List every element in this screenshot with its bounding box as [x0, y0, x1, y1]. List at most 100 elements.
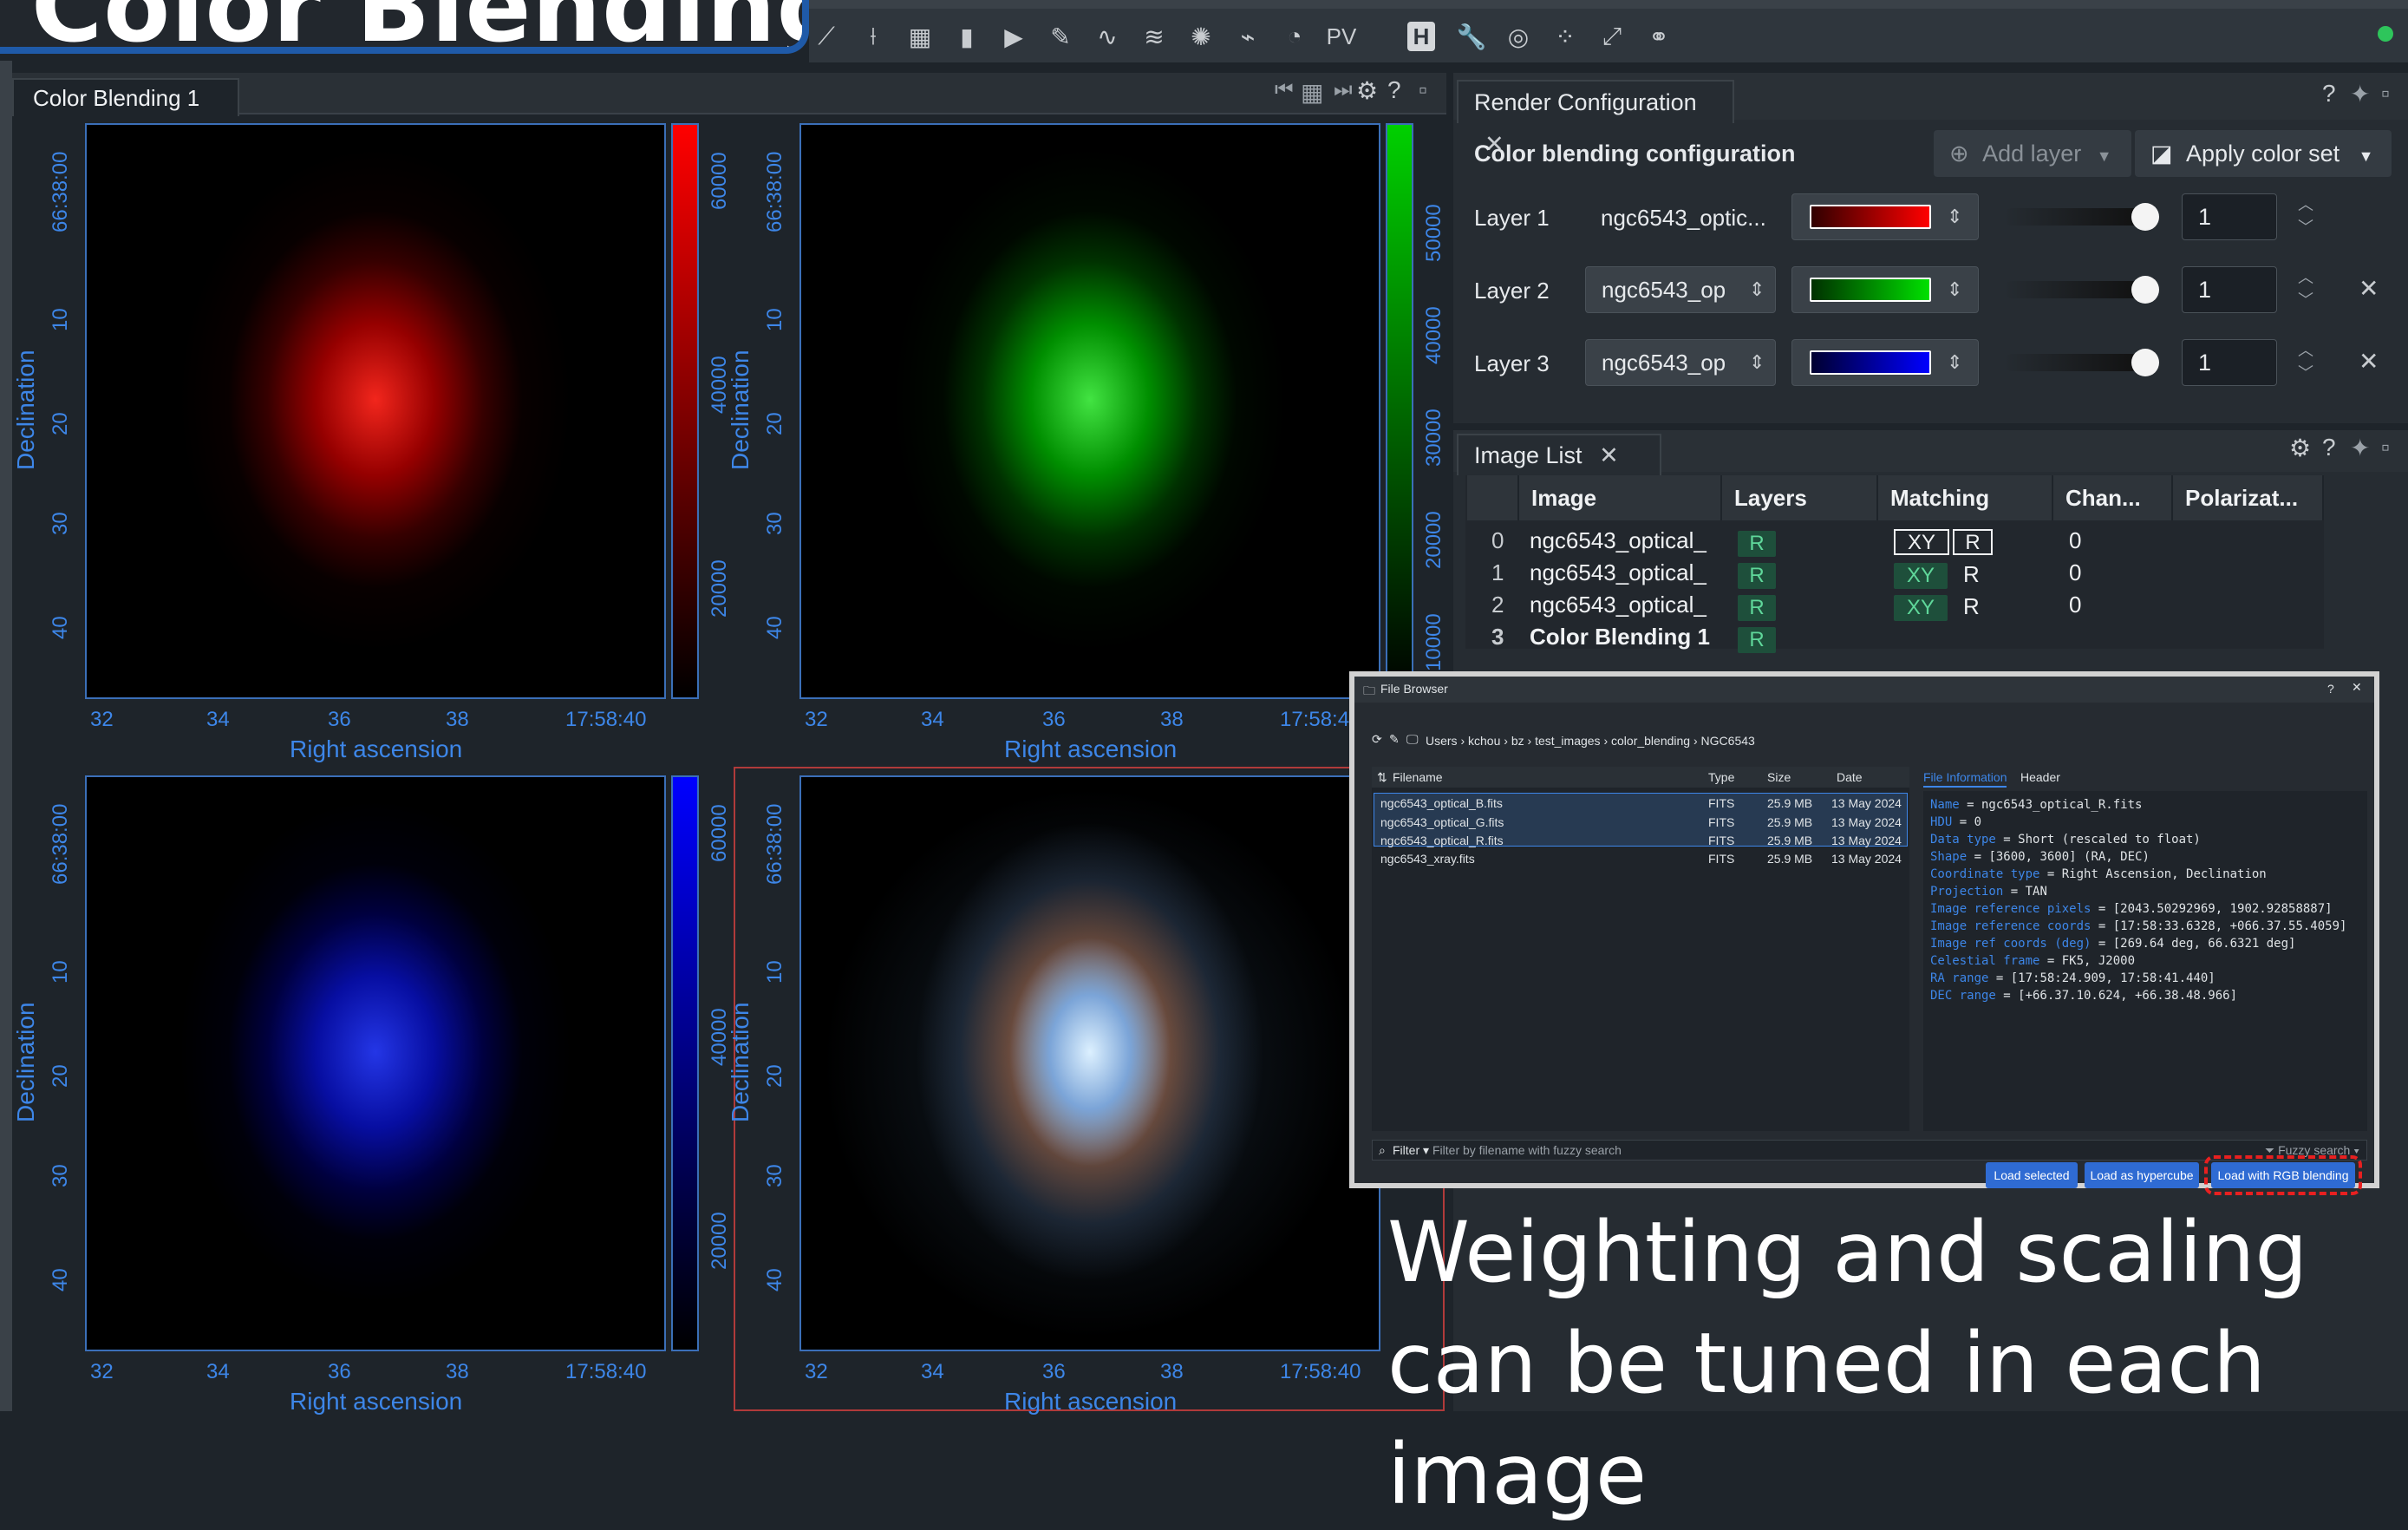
filter-input[interactable]: Filter by filename with fuzzy search	[1432, 1143, 1622, 1157]
layer-2-stepper[interactable]: ︿ ﹀	[2284, 266, 2327, 313]
layer-3-stepper[interactable]: ︿ ﹀	[2284, 339, 2327, 386]
fitting-icon[interactable]: ⌁	[1230, 19, 1265, 54]
image-frame-blue[interactable]	[85, 775, 666, 1351]
layer-3-remove-icon[interactable]: ✕	[2359, 347, 2379, 376]
header-button[interactable]: H	[1407, 22, 1435, 51]
filter-dropdown[interactable]: Filter ▾	[1393, 1143, 1429, 1158]
layer-3-colormap-select[interactable]: ⇕	[1791, 339, 1979, 386]
animator-icon[interactable]: ▶	[996, 19, 1031, 54]
tab-render-config[interactable]: Render Configuration ✕	[1457, 80, 1734, 157]
file-name[interactable]: ngc6543_xray.fits	[1380, 852, 1475, 866]
pin-icon[interactable]: ✦	[2350, 434, 2370, 462]
spectral-icon[interactable]: ∿	[1090, 19, 1125, 54]
breadcrumb-item[interactable]: bz	[1511, 734, 1524, 748]
layer-2-alpha-slider[interactable]	[2003, 281, 2142, 298]
row-0-match-xy[interactable]: XY	[1894, 529, 1949, 555]
layer-3-image-select[interactable]: ngc6543_op ⇕	[1585, 339, 1776, 386]
help-icon[interactable]: ?	[2322, 434, 2336, 461]
layer-2-remove-icon[interactable]: ✕	[2359, 274, 2379, 303]
target-icon[interactable]: ◎	[1501, 19, 1536, 54]
row-3-image[interactable]: Color Blending 1	[1530, 624, 1710, 651]
row-1-match-r[interactable]: R	[1963, 561, 1980, 588]
layer-2-alpha-thumb[interactable]	[2131, 276, 2159, 304]
z-profile-icon[interactable]: ⟊	[856, 19, 891, 54]
header-matching[interactable]: Matching	[1878, 475, 2053, 520]
layer-1-stepper[interactable]: ︿ ﹀	[2284, 193, 2327, 240]
next-frame-icon[interactable]: ⏭	[1334, 78, 1353, 102]
refresh-icon[interactable]: ⟳	[1372, 732, 1382, 747]
layer-3-alpha-thumb[interactable]	[2131, 349, 2159, 376]
header-polarization[interactable]: Polarizat...	[2173, 475, 2324, 520]
file-name[interactable]: ngc6543_optical_B.fits	[1380, 796, 1503, 810]
close-icon[interactable]: ✕	[1599, 442, 1619, 468]
breadcrumb-item[interactable]: kchou	[1468, 734, 1500, 748]
header-channel[interactable]: Chan...	[2053, 475, 2173, 520]
help-icon[interactable]: ?	[2327, 682, 2334, 696]
row-0-image[interactable]: ngc6543_optical_	[1530, 527, 1706, 554]
layer-2-colormap-select[interactable]: ⇕	[1791, 266, 1979, 313]
layer-2-image-select[interactable]: ngc6543_op ⇕	[1585, 266, 1776, 313]
file-name[interactable]: ngc6543_optical_R.fits	[1380, 834, 1504, 847]
load-selected-button[interactable]: Load selected	[1986, 1162, 2078, 1188]
gear-icon[interactable]: ⚙	[1356, 76, 1378, 105]
layers-icon[interactable]: ≋	[1137, 19, 1171, 54]
image-frame-rgb[interactable]	[799, 775, 1380, 1351]
header-layers[interactable]: Layers	[1722, 475, 1878, 520]
xy-profile-icon[interactable]: ⟋	[809, 19, 844, 54]
annotation-icon[interactable]: ✎	[1043, 19, 1078, 54]
tab-file-information[interactable]: File Information	[1923, 770, 2007, 788]
gear-icon[interactable]: ⚙	[2289, 434, 2311, 462]
calculator-icon[interactable]: ▦	[903, 19, 937, 54]
header-image[interactable]: Image	[1519, 475, 1722, 520]
row-1-match-xy[interactable]: XY	[1894, 563, 1948, 589]
apply-color-set-button[interactable]: ◪ Apply color set ▼	[2135, 130, 2392, 177]
layer-3-alpha-input[interactable]: 1	[2182, 339, 2277, 386]
image-frame-green[interactable]	[799, 123, 1380, 699]
row-0-match-r[interactable]: R	[1953, 529, 1993, 555]
edit-icon[interactable]: ✎	[1389, 732, 1400, 747]
first-frame-icon[interactable]: ⏮	[1275, 78, 1294, 102]
tab-header[interactable]: Header	[2020, 770, 2060, 784]
breadcrumb-item[interactable]: test_images	[1535, 734, 1600, 748]
row-1-image[interactable]: ngc6543_optical_	[1530, 559, 1706, 586]
row-2-match-xy[interactable]: XY	[1894, 595, 1948, 621]
catalog-icon[interactable]: ✺	[1184, 19, 1218, 54]
column-type[interactable]: Type	[1708, 770, 1734, 784]
row-2-match-r[interactable]: R	[1963, 593, 1980, 620]
close-icon[interactable]: ✕	[2352, 680, 2362, 695]
column-size[interactable]: Size	[1767, 770, 1791, 784]
pin-icon[interactable]: ✦	[2350, 80, 2370, 108]
help-icon[interactable]: ?	[1387, 76, 1401, 104]
breadcrumb-item[interactable]: color_blending	[1611, 734, 1690, 748]
tab-color-blending[interactable]: Color Blending 1	[12, 78, 239, 116]
column-filename[interactable]: Filename	[1393, 770, 1443, 784]
grid-layout-icon[interactable]: ▦	[1301, 78, 1323, 107]
fuzzy-search-toggle[interactable]: ⏷ Fuzzy search ▾	[2265, 1143, 2359, 1158]
pv-button[interactable]: PV	[1324, 19, 1359, 54]
moment-icon[interactable]: ◔	[1277, 19, 1312, 54]
wrench-icon[interactable]: 🔧	[1454, 19, 1489, 54]
layer-2-alpha-input[interactable]: 1	[2182, 266, 2277, 313]
add-layer-button[interactable]: ⊕ Add layer ▼	[1934, 130, 2131, 177]
load-hypercube-button[interactable]: Load as hypercube	[2085, 1162, 2199, 1188]
layer-1-alpha-input[interactable]: 1	[2182, 193, 2277, 240]
pattern-icon[interactable]: ⁘	[1548, 19, 1582, 54]
vector-field-icon[interactable]: ⤢	[1595, 19, 1629, 54]
maximize-icon[interactable]: ▫	[1419, 76, 1427, 104]
column-date[interactable]: Date	[1837, 770, 1863, 784]
computer-icon[interactable]: 🖵	[1406, 732, 1419, 747]
layer-3-alpha-slider[interactable]	[2003, 354, 2142, 371]
maximize-icon[interactable]: ▫	[2381, 434, 2390, 461]
histogram-icon[interactable]: ▮	[949, 19, 984, 54]
help-icon[interactable]: ?	[2322, 80, 2336, 108]
color-blending-icon[interactable]: ⚭	[1641, 19, 1676, 54]
tab-image-list[interactable]: Image List ✕	[1457, 434, 1661, 475]
layer-1-alpha-thumb[interactable]	[2131, 203, 2159, 231]
breadcrumb-item[interactable]: Users	[1426, 734, 1458, 748]
row-2-image[interactable]: ngc6543_optical_	[1530, 592, 1706, 618]
layer-1-colormap-select[interactable]: ⇕	[1791, 193, 1979, 240]
maximize-icon[interactable]: ▫	[2381, 80, 2390, 108]
image-frame-red[interactable]	[85, 123, 666, 699]
breadcrumb-item[interactable]: NGC6543	[1701, 734, 1755, 748]
load-rgb-blending-button[interactable]: Load with RGB blending	[2204, 1155, 2362, 1195]
